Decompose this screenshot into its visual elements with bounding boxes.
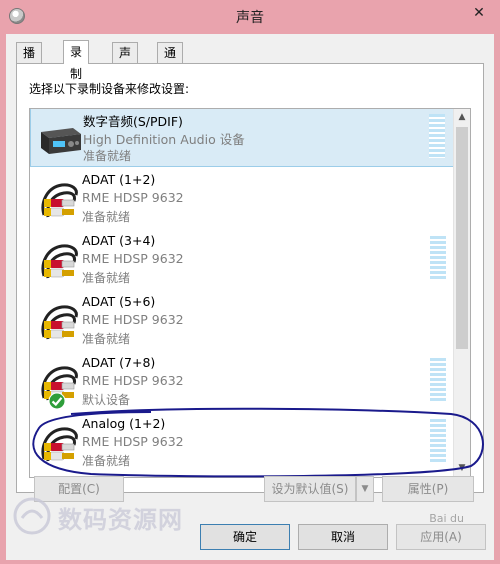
close-button[interactable]: ✕ <box>466 3 492 23</box>
tab-communications[interactable]: 通信 <box>157 42 184 80</box>
scroll-up-arrow-icon[interactable]: ▲ <box>454 109 470 126</box>
ok-button[interactable]: 确定 <box>200 524 290 550</box>
device-row[interactable]: ADAT (7+8) RME HDSP 9632 默认设备 <box>30 352 454 412</box>
set-default-button[interactable]: 设为默认值(S) <box>264 476 356 502</box>
recording-device-list: 数字音频(S/PDIF) High Definition Audio 设备 准备就绪… <box>29 108 471 478</box>
device-description: RME HDSP 9632 <box>82 251 184 266</box>
rca-cable-icon <box>38 364 82 410</box>
scroll-down-arrow-icon[interactable]: ▼ <box>454 460 470 477</box>
device-status: 准备就绪 <box>82 271 131 285</box>
device-name: Analog (1+2) <box>82 416 166 431</box>
device-status: 默认设备 <box>82 393 131 407</box>
device-name: 数字音频(S/PDIF) <box>83 114 183 129</box>
level-meter <box>430 236 446 280</box>
cancel-button[interactable]: 取消 <box>298 524 388 550</box>
set-default-dropdown-arrow-icon[interactable]: ▼ <box>356 476 374 502</box>
window-title: 声音 <box>236 10 264 26</box>
apply-button[interactable]: 应用(A) <box>396 524 486 550</box>
device-status: 准备就绪 <box>83 149 132 163</box>
device-description: RME HDSP 9632 <box>82 312 184 327</box>
configure-button[interactable]: 配置(C) <box>34 476 124 502</box>
level-meter <box>430 358 446 402</box>
level-meter <box>429 114 445 158</box>
title-bar: 声音 ✕ <box>0 0 500 34</box>
dialog-body: 播放 录制 声音 通信 选择以下录制设备来修改设置: 数字音频(S/PDIF) H… <box>6 34 494 560</box>
device-status: 准备就绪 <box>82 332 131 346</box>
tab-sounds[interactable]: 声音 <box>112 42 139 80</box>
spdif-device-icon <box>39 120 83 160</box>
rca-cable-icon <box>38 425 82 465</box>
level-meter <box>430 419 446 463</box>
rca-cable-icon <box>38 303 82 343</box>
vertical-scrollbar[interactable]: ▲ ▼ <box>453 109 470 477</box>
device-description: High Definition Audio 设备 <box>83 132 245 147</box>
device-row[interactable]: ADAT (1+2) RME HDSP 9632 准备就绪 <box>30 169 454 229</box>
device-row[interactable]: ADAT (3+4) RME HDSP 9632 准备就绪 <box>30 230 454 290</box>
device-status: 准备就绪 <box>82 454 131 468</box>
device-name: ADAT (3+4) <box>82 233 156 248</box>
device-name: ADAT (7+8) <box>82 355 156 370</box>
recording-panel: 选择以下录制设备来修改设置: 数字音频(S/PDIF) High Definiti… <box>16 63 484 493</box>
device-status: 准备就绪 <box>82 210 131 224</box>
device-description: RME HDSP 9632 <box>82 434 184 449</box>
tab-playback[interactable]: 播放 <box>16 42 43 80</box>
scroll-thumb[interactable] <box>456 127 468 349</box>
device-row[interactable]: Analog (1+2) RME HDSP 9632 准备就绪 <box>30 413 454 473</box>
device-name: ADAT (1+2) <box>82 172 156 187</box>
rca-cable-icon <box>38 242 82 282</box>
device-row[interactable]: ADAT (5+6) RME HDSP 9632 准备就绪 <box>30 291 454 351</box>
instruction-text: 选择以下录制设备来修改设置: <box>29 82 190 96</box>
rca-cable-icon <box>38 181 82 221</box>
tab-recording[interactable]: 录制 <box>63 40 90 81</box>
properties-button[interactable]: 属性(P) <box>382 476 474 502</box>
device-description: RME HDSP 9632 <box>82 373 184 388</box>
device-row[interactable]: 数字音频(S/PDIF) High Definition Audio 设备 准备就绪 <box>30 109 454 167</box>
device-description: RME HDSP 9632 <box>82 190 184 205</box>
device-name: ADAT (5+6) <box>82 294 156 309</box>
